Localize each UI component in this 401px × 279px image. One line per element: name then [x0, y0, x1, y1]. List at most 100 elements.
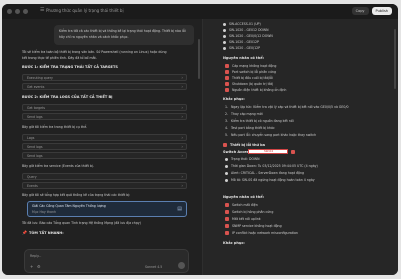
tool-call-label: Logs [27, 136, 35, 140]
cause-item: Switch bị hỏng phần cứng [232, 210, 274, 214]
copy-button[interactable]: Copy [351, 7, 369, 15]
tool-call-row[interactable]: Send logs › [22, 113, 187, 120]
assistant-note: Bây giờ tôi kiểm tra trong thiết bị cụ t… [22, 125, 88, 129]
tool-call-row[interactable]: Get targets › [22, 104, 187, 111]
cross-icon [225, 82, 229, 86]
section-title: Nguyên nhân có thể: [223, 56, 264, 60]
fix-number: 4. [225, 126, 229, 130]
chevron-down-icon: › [181, 114, 183, 119]
artifact-subtitle: Mục Hay thanh [32, 210, 57, 214]
plus-icon[interactable]: + [30, 265, 33, 269]
pin-icon: 📌 [22, 230, 27, 235]
report-item: SW-ACCESS-01 (UP) [229, 22, 261, 26]
fix-number: 5. [225, 133, 229, 137]
cross-icon [225, 210, 229, 214]
publish-button[interactable]: Publish [371, 7, 392, 15]
settings-icon[interactable]: ⚙ [37, 265, 41, 269]
report-scrollbar[interactable] [394, 29, 396, 89]
tool-call-label: Get targets [27, 106, 46, 110]
bullet [223, 23, 226, 26]
send-button[interactable] [178, 262, 185, 269]
cross-icon [225, 88, 229, 92]
artifact-card[interactable]: Giải Các Công Quan Tâm Nguyên Thống lượn… [27, 201, 187, 217]
cause-item: Mất kết nối uplink [232, 217, 261, 221]
conversation-title[interactable]: Phương thức quản lý trạng thái thiết bị [46, 8, 124, 13]
chevron-down-icon: › [181, 135, 183, 140]
close-dot[interactable] [7, 9, 12, 14]
chevron-down-icon: › [181, 105, 183, 110]
tool-call-label: Executing query [27, 76, 53, 80]
section-title: Nguyên nhân có thể: [223, 195, 264, 199]
cross-icon [225, 224, 229, 228]
cause-item: IP conflict hoặc network misconfiguratio… [232, 231, 298, 235]
tool-call-row[interactable]: Logs › [22, 134, 187, 141]
assistant-note: Tôi đã lưu: Báo cáo Tổng quan Tình trạng… [22, 221, 141, 225]
title-bar: ☰ Phương thức quản lý trạng thái thiết b… [2, 4, 398, 19]
artifact-pane: SW-ACCESS-01 (UP) SW-1020 - GE012 DOWN S… [202, 19, 398, 275]
assistant-note: Bây giờ kiểm tra service (Events của thi… [22, 164, 94, 168]
alert-icon [291, 150, 295, 154]
bullet [223, 41, 226, 44]
fix-item: Test port bằng thiết bị khác [231, 126, 275, 130]
alert-icon [223, 143, 227, 147]
tool-call-row[interactable]: Send logs › [22, 152, 187, 159]
status-item: Trạng thái: DOWN [231, 157, 260, 161]
artifact-title: Giải Các Công Quan Tâm Nguyên Thống lượn… [32, 204, 106, 208]
user-message-line: Kiểm tra tất cả các thiết bị và thống kê… [59, 29, 186, 33]
fix-item: Thay cáp mạng mới [231, 112, 263, 116]
tool-call-label: Send logs [27, 145, 43, 149]
fix-number: 2. [225, 112, 229, 116]
chevron-down-icon: › [181, 153, 183, 158]
bullet [225, 165, 228, 168]
switch-label: Switch Access [223, 150, 251, 154]
tool-call-row[interactable]: Executing query › [22, 74, 187, 81]
chevron-down-icon: › [181, 174, 183, 179]
bullet [223, 29, 226, 32]
bullet [225, 172, 228, 175]
fix-item: Ngay lập tức: Kiểm tra vật lý cáp và thi… [231, 105, 349, 109]
tool-call-label: Get events [27, 85, 45, 89]
minimize-dot[interactable] [15, 9, 20, 14]
bullet [223, 47, 226, 50]
chat-scrollbar[interactable] [198, 39, 200, 79]
model-selector[interactable]: Sonnet 4.5 [145, 265, 162, 269]
tool-call-row[interactable]: Get events › [22, 83, 187, 90]
cross-icon [225, 231, 229, 235]
report-item: SW-1020 - GE012 DOWN [229, 28, 269, 32]
fix-item: Kiểm tra thiết bị có nguồn đang kết nối [231, 119, 294, 123]
chevron-down-icon: › [181, 84, 183, 89]
composer-input[interactable]: Reply... [30, 254, 41, 258]
cause-item: Cáp mạng không hoạt động [232, 64, 277, 68]
window-controls[interactable] [7, 9, 28, 14]
tool-call-row[interactable]: Send logs › [22, 143, 187, 150]
tool-call-label: Events [27, 184, 38, 188]
bullet [225, 179, 228, 182]
bullet [223, 35, 226, 38]
switch-value-field: SW-04 [248, 149, 288, 154]
sidebar-toggle-icon[interactable]: ☰ [40, 7, 44, 13]
tool-call-row[interactable]: Events › [22, 182, 187, 189]
document-icon: ▤ [177, 206, 182, 212]
cross-icon [225, 203, 229, 207]
cross-icon [225, 76, 229, 80]
tool-call-label: Send logs [27, 154, 43, 158]
cross-icon [225, 217, 229, 221]
chat-pane: Kiểm tra tất cả các thiết bị và thống kê… [2, 19, 202, 275]
tool-call-label: Query [27, 175, 37, 179]
section-title: Khắc phục: [223, 241, 245, 245]
chevron-down-icon: › [181, 183, 183, 188]
user-message: Kiểm tra tất cả các thiết bị và thống kê… [54, 25, 194, 45]
section-title: Khắc phục: [223, 97, 245, 101]
cross-icon [225, 64, 229, 68]
fix-number: 1. [225, 105, 229, 109]
fix-number: 3. [225, 119, 229, 123]
tool-call-label: Send logs [27, 115, 43, 119]
zoom-dot[interactable] [23, 9, 28, 14]
tool-call-row[interactable]: Query › [22, 173, 187, 180]
message-composer[interactable]: Reply... + ⚙ Sonnet 4.5 [24, 249, 189, 273]
summary-title: TÓM TẮT NHANH: [29, 231, 64, 235]
assistant-intro: Tôi sẽ kiểm tra toàn bộ thiết bị trong v… [22, 50, 167, 54]
status-item: Alert: CRITICAL - ServerDown đang hoạt đ… [231, 171, 305, 175]
report-item: SW-1020 - GE0/0/12 DOWN [229, 34, 273, 38]
report-item: SW-1020 - GE0/12P [229, 46, 261, 50]
